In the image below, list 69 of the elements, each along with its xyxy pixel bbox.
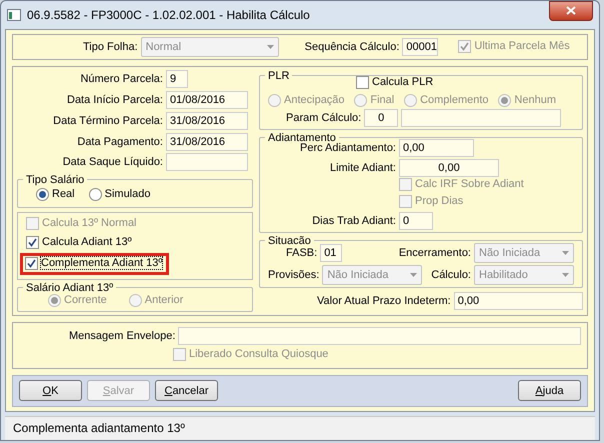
close-icon [566, 6, 576, 16]
close-button[interactable] [549, 0, 593, 21]
text-field[interactable]: 0,00 [399, 138, 474, 157]
text-field[interactable]: 00001 [402, 38, 438, 56]
radio-label: Corrente [64, 294, 107, 306]
dialog-button[interactable]: OK [19, 380, 82, 402]
dialog-button[interactable]: Ajuda [518, 380, 581, 402]
window-title: 06.9.5582 - FP3000C - 1.02.02.001 - Habilita Cálculo [27, 8, 311, 22]
field-label: Data Término Parcela: [52, 114, 163, 127]
dialog-button[interactable]: Cancelar [155, 380, 218, 402]
field-label: Data Saque Líquido: [62, 156, 163, 168]
checkbox-label: Ultima Parcela Mês [474, 40, 570, 52]
checkbox[interactable] [26, 236, 39, 249]
text-field[interactable] [401, 108, 562, 127]
radio-label: Antecipação [284, 94, 345, 106]
group-title: PLR [267, 70, 290, 82]
caret-icon [562, 272, 569, 277]
field-label: Encerramento: [398, 246, 471, 259]
field-label: Data Início Parcela: [66, 94, 163, 106]
checkbox-label: Liberado Consulta Quiosque [189, 348, 328, 360]
group-title: Tipo Salário [25, 174, 86, 186]
checkbox[interactable] [356, 76, 369, 89]
field-label: Sequência Cálculo: [304, 40, 400, 53]
radio-button[interactable] [88, 188, 102, 201]
field-label: Data Pagamento: [76, 136, 163, 148]
radio-label: Complemento [420, 94, 489, 106]
radio-label: Simulado [104, 188, 150, 200]
field-label: Provisões: [268, 268, 320, 281]
field-label: Dias Trab Adiant: [311, 214, 396, 227]
text-field[interactable]: 0,00 [399, 158, 499, 177]
checkbox-label: Calcula 13º Normal [42, 217, 136, 230]
field-label: Perc Adiantamento: [298, 142, 396, 154]
text-field[interactable]: 0 [364, 108, 398, 127]
caret-icon [562, 250, 569, 255]
group-title: Situacão [267, 234, 312, 247]
text-field[interactable] [178, 326, 581, 345]
checkbox-label: Complementa Adiant 13º [41, 257, 162, 270]
field-label: Tipo Folha: [83, 40, 138, 53]
checkbox-label: Calcula PLR [372, 76, 434, 88]
text-field[interactable]: 9 [166, 70, 188, 88]
text-field[interactable]: 31/08/2016 [166, 112, 248, 130]
checkbox[interactable] [25, 256, 38, 270]
field-label: Param Cálculo: [286, 112, 362, 124]
radio-label: Final [370, 94, 394, 106]
field-label: Limite Adiant: [328, 162, 396, 174]
text-field[interactable]: 01/08/2016 [166, 91, 248, 110]
caret-icon [410, 272, 418, 277]
radio-label: Real [52, 188, 75, 200]
radio-button[interactable] [36, 188, 49, 201]
checkbox-label: Calcula Adiant 13º [42, 236, 132, 248]
caret-icon [266, 44, 274, 49]
text-field[interactable] [166, 153, 248, 172]
field-label: Cálculo: [431, 268, 471, 281]
checkbox-label: Prop Dias [415, 195, 464, 208]
field-label: Número Parcela: [79, 73, 163, 86]
radio-label: Nenhum [514, 94, 556, 106]
group-title: Adiantamento [267, 132, 336, 144]
field-label: Mensagem Envelope: [69, 330, 176, 342]
text-field[interactable]: 0,00 [454, 292, 583, 310]
text-field[interactable]: 31/08/2016 [166, 132, 248, 151]
app-icon [7, 8, 21, 21]
group-title: Salário Adiant 13º [25, 282, 114, 294]
text-field[interactable]: 0 [399, 212, 433, 230]
status-bar: Complementa adiantamento 13º [5, 416, 595, 440]
field-label: FASB: [286, 246, 318, 259]
text-field[interactable]: 01 [320, 244, 342, 262]
field-label: Valor Atual Prazo Indeterm: [317, 294, 451, 307]
checkbox-label: Calc IRF Sobre Adiant [415, 178, 524, 190]
radio-label: Anterior [144, 294, 184, 306]
